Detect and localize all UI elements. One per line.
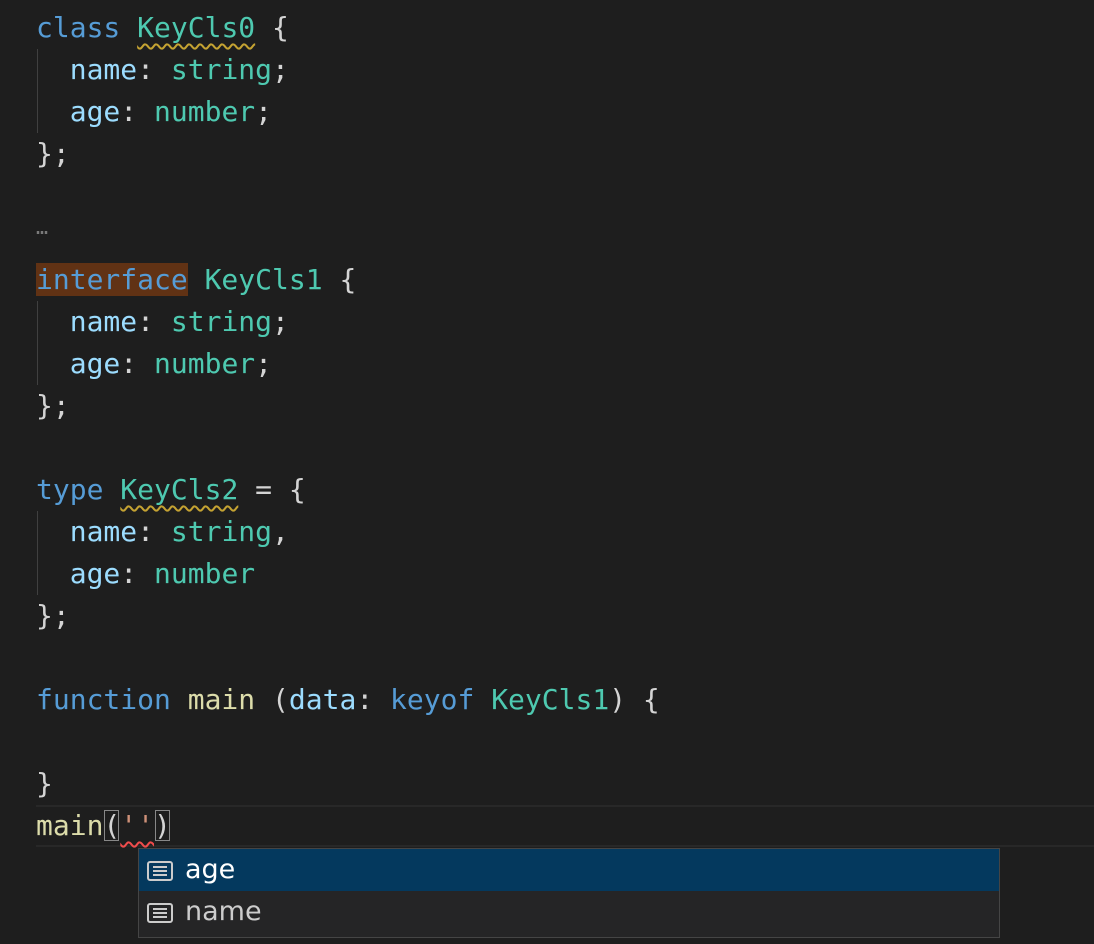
bracket-match-close: ) bbox=[154, 809, 171, 842]
punctuation: ; bbox=[255, 95, 273, 128]
parameter-name: data bbox=[288, 683, 357, 716]
property-name: name bbox=[69, 53, 138, 86]
bracket-match-open: ( bbox=[103, 809, 121, 842]
punctuation: { bbox=[322, 263, 357, 296]
suggestion-item-name[interactable]: name bbox=[139, 891, 999, 933]
type-name: KeyCls1 bbox=[204, 263, 323, 296]
code-line[interactable]: name: string; bbox=[36, 49, 289, 91]
punctuation: : bbox=[120, 347, 155, 380]
fold-ellipsis-icon[interactable]: … bbox=[36, 215, 48, 239]
punctuation: , bbox=[272, 515, 289, 548]
code-line[interactable]: age: number; bbox=[36, 343, 272, 385]
suggestion-label: age bbox=[185, 854, 236, 885]
code-line[interactable]: }; bbox=[36, 385, 70, 427]
punctuation: }; bbox=[36, 137, 70, 170]
punctuation: : bbox=[137, 515, 171, 548]
property-name: name bbox=[69, 515, 138, 548]
punctuation: } bbox=[36, 767, 53, 800]
keyword: class bbox=[36, 11, 121, 44]
code-line[interactable]: name: string, bbox=[36, 511, 289, 553]
keyword: keyof bbox=[390, 683, 475, 716]
folded-region-ellipsis[interactable]: … bbox=[36, 212, 48, 242]
code-line[interactable]: } bbox=[36, 763, 53, 805]
punctuation: ; bbox=[272, 53, 289, 86]
code-line[interactable]: function main (data: keyof KeyCls1) { bbox=[36, 679, 660, 721]
punctuation: : bbox=[356, 683, 391, 716]
punctuation: ) { bbox=[609, 683, 660, 716]
field-icon bbox=[147, 903, 173, 923]
code-line[interactable]: type KeyCls2 = { bbox=[36, 469, 306, 511]
code-line[interactable]: name: string; bbox=[36, 301, 289, 343]
type-name: KeyCls1 bbox=[491, 683, 610, 716]
property-name: age bbox=[69, 95, 121, 128]
punctuation: : bbox=[120, 95, 155, 128]
function-call-name: main bbox=[36, 809, 104, 842]
code-line-current[interactable]: main('') bbox=[36, 805, 171, 847]
code-line[interactable]: }; bbox=[36, 595, 70, 637]
class-name-warning[interactable]: KeyCls0 bbox=[137, 11, 255, 44]
suggestion-widget[interactable]: age name bbox=[138, 848, 1000, 938]
type-alias-warning[interactable]: KeyCls2 bbox=[120, 473, 238, 506]
punctuation: : bbox=[120, 557, 155, 590]
suggestion-item-age[interactable]: age bbox=[139, 849, 999, 891]
property-name: age bbox=[69, 557, 121, 590]
code-line[interactable]: age: number bbox=[36, 553, 255, 595]
type-name: number bbox=[154, 347, 256, 380]
suggestion-label: name bbox=[185, 896, 262, 927]
code-line[interactable]: class KeyCls0 { bbox=[36, 7, 289, 49]
type-name: number bbox=[154, 95, 256, 128]
type-name: string bbox=[170, 515, 273, 548]
punctuation: : bbox=[137, 53, 171, 86]
punctuation: ( bbox=[255, 683, 289, 716]
punctuation: = { bbox=[238, 473, 306, 506]
punctuation: ; bbox=[255, 347, 273, 380]
punctuation: }; bbox=[36, 389, 70, 422]
code-line[interactable]: interface KeyCls1 { bbox=[36, 259, 356, 301]
function-name: main bbox=[187, 683, 256, 716]
property-name: name bbox=[69, 305, 138, 338]
punctuation: { bbox=[255, 11, 289, 44]
property-name: age bbox=[69, 347, 121, 380]
code-editor[interactable]: class KeyCls0 { name: string; age: numbe… bbox=[0, 0, 1094, 944]
string-literal-error[interactable]: '' bbox=[120, 809, 154, 842]
punctuation: ; bbox=[272, 305, 289, 338]
keyword: type bbox=[36, 473, 104, 506]
punctuation: }; bbox=[36, 599, 70, 632]
type-name: string bbox=[170, 305, 273, 338]
keyword-highlighted: interface bbox=[36, 263, 188, 296]
code-line[interactable]: age: number; bbox=[36, 91, 272, 133]
current-line-highlight bbox=[36, 805, 1094, 847]
punctuation: : bbox=[137, 305, 171, 338]
type-name: string bbox=[170, 53, 273, 86]
keyword: function bbox=[36, 683, 171, 716]
code-line[interactable]: }; bbox=[36, 133, 70, 175]
field-icon bbox=[147, 861, 173, 881]
type-name: number bbox=[154, 557, 256, 590]
